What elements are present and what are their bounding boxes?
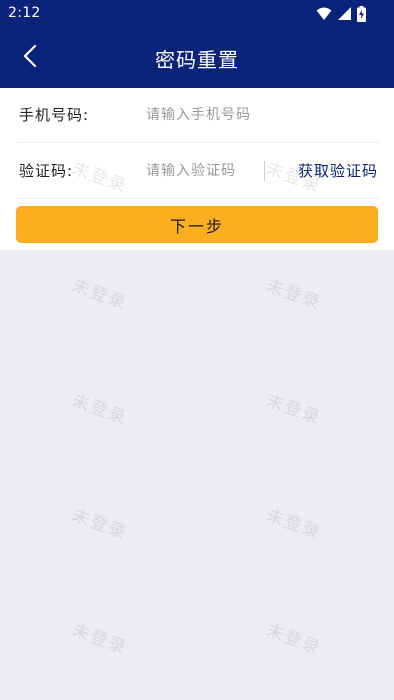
watermark: 未登录	[263, 620, 324, 659]
code-row: 验证码: 获取验证码	[18, 144, 380, 199]
code-input[interactable]	[146, 157, 258, 185]
status-bar: 2:12	[0, 0, 394, 28]
status-time: 2:12	[8, 5, 41, 21]
reset-form: 手机号码: 验证码: 获取验证码 下一步	[0, 88, 394, 250]
watermark: 未登录	[263, 275, 324, 314]
status-icons	[316, 6, 366, 22]
wifi-icon	[316, 7, 332, 21]
phone-row: 手机号码:	[18, 88, 380, 143]
code-label: 验证码:	[19, 162, 74, 180]
page-title: 密码重置	[155, 48, 239, 72]
watermark: 未登录	[69, 275, 130, 314]
phone-input[interactable]	[146, 101, 366, 129]
get-code-button[interactable]: 获取验证码	[298, 160, 378, 181]
watermark: 未登录	[263, 505, 324, 544]
signal-icon	[338, 7, 351, 21]
next-button[interactable]: 下一步	[16, 206, 378, 243]
watermark: 未登录	[69, 390, 130, 429]
divider	[264, 161, 265, 181]
phone-label: 手机号码:	[19, 106, 90, 124]
title-bar: 密码重置	[0, 28, 394, 88]
watermark: 未登录	[69, 620, 130, 659]
watermark: 未登录	[69, 505, 130, 544]
watermark: 未登录	[263, 390, 324, 429]
battery-charging-icon	[357, 6, 366, 22]
